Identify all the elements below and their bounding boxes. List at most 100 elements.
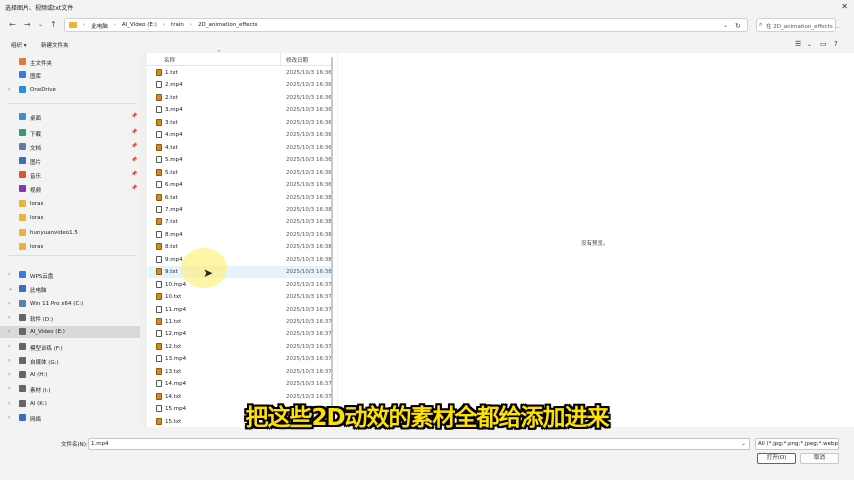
sidebar-item[interactable]: › 自媒体 (G:) — [0, 355, 140, 367]
sidebar-item[interactable]: 图库 — [0, 69, 140, 81]
file-row[interactable]: 14.mp4 2025/10/3 16:37 — [148, 378, 332, 390]
new-folder-button[interactable]: 新建文件夹 — [41, 41, 69, 49]
file-row[interactable]: 11.mp4 2025/10/3 16:37 — [148, 304, 332, 316]
forward-arrow-icon[interactable]: → — [24, 20, 31, 29]
back-arrow-icon[interactable]: ← — [9, 20, 16, 29]
file-row[interactable]: 12.txt 2025/10/3 16:37 — [148, 341, 332, 353]
chevron-icon[interactable]: › — [8, 371, 10, 378]
file-row[interactable]: 10.txt 2025/10/3 16:37 — [148, 291, 332, 303]
column-name[interactable]: 名称 — [164, 56, 175, 64]
file-row[interactable]: 2.mp4 2025/10/3 16:36 — [148, 79, 332, 91]
sidebar-item[interactable]: › 模型训练 (F:) — [0, 341, 140, 353]
chevron-icon[interactable]: › — [8, 314, 10, 321]
cancel-button[interactable]: 取消 — [800, 453, 839, 464]
sidebar-item[interactable]: › 软件 (D:) — [0, 312, 140, 324]
chevron-icon[interactable]: › — [8, 86, 10, 93]
sidebar-item[interactable]: › AI_Video (E:) — [0, 326, 140, 338]
close-icon[interactable]: ✕ — [841, 2, 848, 11]
chevron-down-icon[interactable]: ⌄ — [741, 440, 746, 447]
breadcrumb-item[interactable]: 此电脑 — [91, 22, 108, 30]
pin-icon: 📌 — [131, 185, 138, 191]
up-arrow-icon[interactable]: ↑ — [50, 20, 57, 29]
column-divider[interactable] — [280, 53, 281, 66]
column-date[interactable]: 修改日期 — [286, 56, 308, 64]
chevron-down-icon[interactable]: ⌄ — [723, 22, 728, 29]
chevron-icon[interactable]: › — [8, 343, 10, 350]
sidebar-item[interactable]: › AI (H:) — [0, 369, 140, 381]
file-name: 13.txt — [165, 368, 182, 375]
recent-dropdown-icon[interactable]: ⌄ — [38, 21, 43, 28]
sidebar-item[interactable]: 桌面 📌 — [0, 111, 140, 123]
file-row[interactable]: 7.mp4 2025/10/3 16:38 — [148, 204, 332, 216]
text-file-icon — [156, 342, 162, 350]
sidebar-item[interactable]: › 素材 (I:) — [0, 383, 140, 395]
search-input[interactable]: ⌕ 在 2D_animation_effects ... — [756, 18, 840, 32]
sidebar-item[interactable]: 文档 📌 — [0, 141, 140, 153]
breadcrumb-item[interactable]: train — [171, 22, 184, 30]
sidebar-item[interactable]: hunyuanvideo1.5 — [0, 227, 140, 239]
file-name: 9.mp4 — [165, 256, 183, 263]
filename-input[interactable]: 1.mp4 ⌄ — [88, 438, 750, 450]
file-row[interactable]: 3.txt 2025/10/3 16:36 — [148, 117, 332, 129]
file-row[interactable]: 6.mp4 2025/10/3 16:36 — [148, 179, 332, 191]
file-date: 2025/10/3 16:36 — [286, 169, 332, 176]
file-row[interactable]: 11.txt 2025/10/3 16:37 — [148, 316, 332, 328]
file-row[interactable]: 13.txt 2025/10/3 16:37 — [148, 366, 332, 378]
sidebar-item[interactable]: › OneDrive — [0, 84, 140, 96]
file-row[interactable]: 9.mp4 2025/10/3 16:38 — [148, 254, 332, 266]
file-row[interactable]: 5.mp4 2025/10/3 16:36 — [148, 154, 332, 166]
chevron-icon[interactable]: › — [8, 328, 10, 335]
organize-button[interactable]: 组织 ▾ — [11, 41, 27, 49]
file-row[interactable]: 12.mp4 2025/10/3 16:37 — [148, 328, 332, 340]
filetype-select[interactable]: All (*.jpg;*.png;*.jpeg;*.webp — [755, 438, 839, 450]
breadcrumb-item[interactable]: AI_Video (E:) — [122, 22, 157, 30]
sidebar-item[interactable]: 音乐 📌 — [0, 169, 140, 181]
file-row[interactable]: 13.mp4 2025/10/3 16:37 — [148, 353, 332, 365]
sidebar-item[interactable]: 视频 📌 — [0, 183, 140, 195]
file-row[interactable]: 10.mp4 2025/10/3 16:37 — [148, 279, 332, 291]
chevron-icon[interactable]: › — [8, 271, 10, 278]
scrollbar[interactable] — [331, 57, 333, 427]
sidebar-item[interactable]: 图片 📌 — [0, 155, 140, 167]
sidebar-item[interactable]: 下载 📌 — [0, 127, 140, 139]
refresh-icon[interactable]: ↻ — [735, 22, 741, 30]
sidebar-item[interactable]: › WPS云盘 — [0, 269, 140, 281]
preview-pane-icon[interactable]: ▭ — [820, 40, 827, 48]
file-row[interactable]: 9.txt 2025/10/3 16:38 — [148, 266, 332, 279]
file-row[interactable]: 7.txt 2025/10/3 16:38 — [148, 216, 332, 228]
pin-icon: 📌 — [131, 143, 138, 149]
chevron-icon[interactable]: › — [8, 300, 10, 307]
folder-icon — [19, 214, 26, 221]
chevron-icon[interactable]: › — [8, 357, 10, 364]
sidebar-item[interactable]: loras — [0, 198, 140, 210]
file-row[interactable]: 3.mp4 2025/10/3 16:36 — [148, 104, 332, 116]
sidebar-item[interactable]: › Win 11 Pro x64 (C:) — [0, 298, 140, 310]
filename-value: 1.mp4 — [91, 441, 109, 447]
chevron-icon[interactable]: › — [8, 385, 10, 392]
file-name: 7.mp4 — [165, 206, 183, 213]
file-row[interactable]: 4.mp4 2025/10/3 16:36 — [148, 129, 332, 141]
sidebar-item-label: 主文件夹 — [30, 61, 53, 67]
file-row[interactable]: 8.txt 2025/10/3 16:38 — [148, 241, 332, 253]
file-row[interactable]: 5.txt 2025/10/3 16:36 — [148, 167, 332, 179]
sidebar-item[interactable]: 主文件夹 — [0, 56, 140, 68]
chevron-icon[interactable]: ⌄ — [8, 285, 13, 292]
view-options-icon[interactable]: ☰ — [795, 40, 801, 48]
help-icon[interactable]: ? — [834, 40, 838, 48]
file-row[interactable]: 8.mp4 2025/10/3 16:38 — [148, 229, 332, 241]
sidebar-item[interactable]: loras — [0, 241, 140, 253]
text-file-icon — [156, 218, 162, 226]
sidebar-item[interactable]: ⌄ 此电脑 — [0, 283, 140, 295]
chevron-down-icon[interactable]: ⌄ — [807, 41, 812, 48]
video-file-icon — [156, 380, 162, 388]
file-row[interactable]: 1.txt 2025/10/3 16:36 — [148, 67, 332, 79]
sidebar-item[interactable]: loras — [0, 212, 140, 224]
file-name: 12.txt — [165, 343, 182, 350]
breadcrumb-item[interactable]: 2D_animation_effects — [198, 22, 258, 30]
open-button[interactable]: 打开(O) — [757, 453, 796, 464]
file-date: 2025/10/3 16:37 — [286, 343, 332, 350]
address-field[interactable]: › 此电脑 › AI_Video (E:) › train › 2D_anima… — [64, 18, 748, 32]
file-row[interactable]: 6.txt 2025/10/3 16:38 — [148, 192, 332, 204]
file-row[interactable]: 4.txt 2025/10/3 16:36 — [148, 142, 332, 154]
file-row[interactable]: 2.txt 2025/10/3 16:36 — [148, 92, 332, 104]
